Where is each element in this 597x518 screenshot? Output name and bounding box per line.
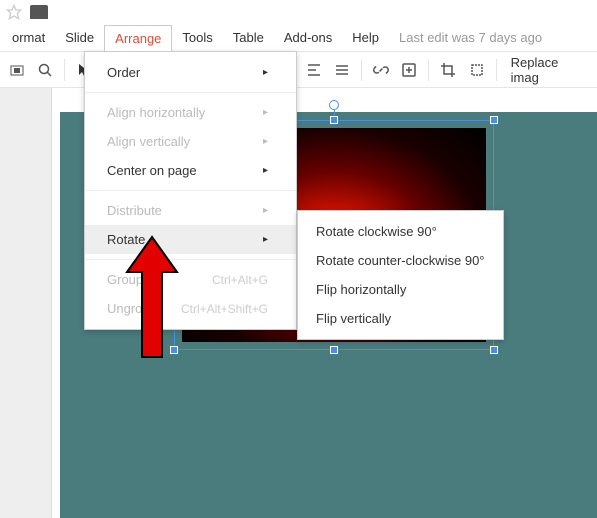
menu-flip-horizontal[interactable]: Flip horizontally <box>298 275 503 304</box>
menu-rotate[interactable]: Rotate ▸ <box>85 225 296 254</box>
shortcut: Ctrl+Alt+Shift+G <box>181 302 268 316</box>
menu-addons[interactable]: Add-ons <box>274 25 342 50</box>
menu-format[interactable]: ormat <box>2 25 55 50</box>
label: Align vertically <box>107 134 190 149</box>
edit-status: Last edit was 7 days ago <box>389 25 552 50</box>
rotate-submenu: Rotate clockwise 90° Rotate counter-cloc… <box>297 210 504 340</box>
label: Ungroup <box>107 301 157 316</box>
menu-bar: ormat Slide Arrange Tools Table Add-ons … <box>0 24 597 52</box>
separator <box>85 259 296 260</box>
separator <box>496 59 497 81</box>
separator <box>85 92 296 93</box>
separator <box>64 59 65 81</box>
label: Rotate <box>107 232 145 247</box>
slide-panel[interactable] <box>0 88 52 518</box>
link-icon[interactable] <box>368 57 394 83</box>
folder-icon[interactable] <box>30 5 48 19</box>
star-icon[interactable] <box>6 4 22 20</box>
label: Center on page <box>107 163 197 178</box>
menu-table[interactable]: Table <box>223 25 274 50</box>
comment-icon[interactable] <box>396 57 422 83</box>
chevron-right-icon: ▸ <box>263 205 268 216</box>
menu-help[interactable]: Help <box>342 25 389 50</box>
align-icon[interactable] <box>301 57 327 83</box>
resize-handle-ne[interactable] <box>490 116 498 124</box>
mask-icon[interactable] <box>464 57 490 83</box>
resize-handle-se[interactable] <box>490 346 498 354</box>
chevron-right-icon: ▸ <box>263 107 268 118</box>
label: Order <box>107 65 140 80</box>
menu-slide[interactable]: Slide <box>55 25 104 50</box>
crop-icon[interactable] <box>435 57 461 83</box>
label: Align horizontally <box>107 105 205 120</box>
title-bar <box>0 0 597 24</box>
chevron-right-icon: ▸ <box>263 67 268 78</box>
menu-rotate-ccw[interactable]: Rotate counter-clockwise 90° <box>298 246 503 275</box>
menu-rotate-cw[interactable]: Rotate clockwise 90° <box>298 217 503 246</box>
label: Group <box>107 272 143 287</box>
fit-icon[interactable] <box>4 57 30 83</box>
resize-handle-s[interactable] <box>330 346 338 354</box>
separator <box>361 59 362 81</box>
menu-center-on-page[interactable]: Center on page ▸ <box>85 156 296 185</box>
zoom-icon[interactable] <box>32 57 58 83</box>
spacing-icon[interactable] <box>329 57 355 83</box>
menu-arrange[interactable]: Arrange <box>104 25 172 51</box>
rotate-handle[interactable] <box>329 100 339 110</box>
menu-tools[interactable]: Tools <box>172 25 222 50</box>
arrange-dropdown: Order ▸ Align horizontally ▸ Align vertica… <box>84 51 297 330</box>
resize-handle-n[interactable] <box>330 116 338 124</box>
menu-ungroup: Ungroup Ctrl+Alt+Shift+G <box>85 294 296 323</box>
separator <box>85 190 296 191</box>
menu-align-horizontal: Align horizontally ▸ <box>85 98 296 127</box>
label: Distribute <box>107 203 162 218</box>
menu-order[interactable]: Order ▸ <box>85 58 296 87</box>
chevron-right-icon: ▸ <box>263 136 268 147</box>
menu-flip-vertical[interactable]: Flip vertically <box>298 304 503 333</box>
resize-handle-sw[interactable] <box>170 346 178 354</box>
shortcut: Ctrl+Alt+G <box>212 273 268 287</box>
menu-align-vertical: Align vertically ▸ <box>85 127 296 156</box>
replace-image-button[interactable]: Replace imag <box>503 55 593 85</box>
chevron-right-icon: ▸ <box>263 234 268 245</box>
menu-group: Group Ctrl+Alt+G <box>85 265 296 294</box>
separator <box>428 59 429 81</box>
menu-distribute: Distribute ▸ <box>85 196 296 225</box>
chevron-right-icon: ▸ <box>263 165 268 176</box>
